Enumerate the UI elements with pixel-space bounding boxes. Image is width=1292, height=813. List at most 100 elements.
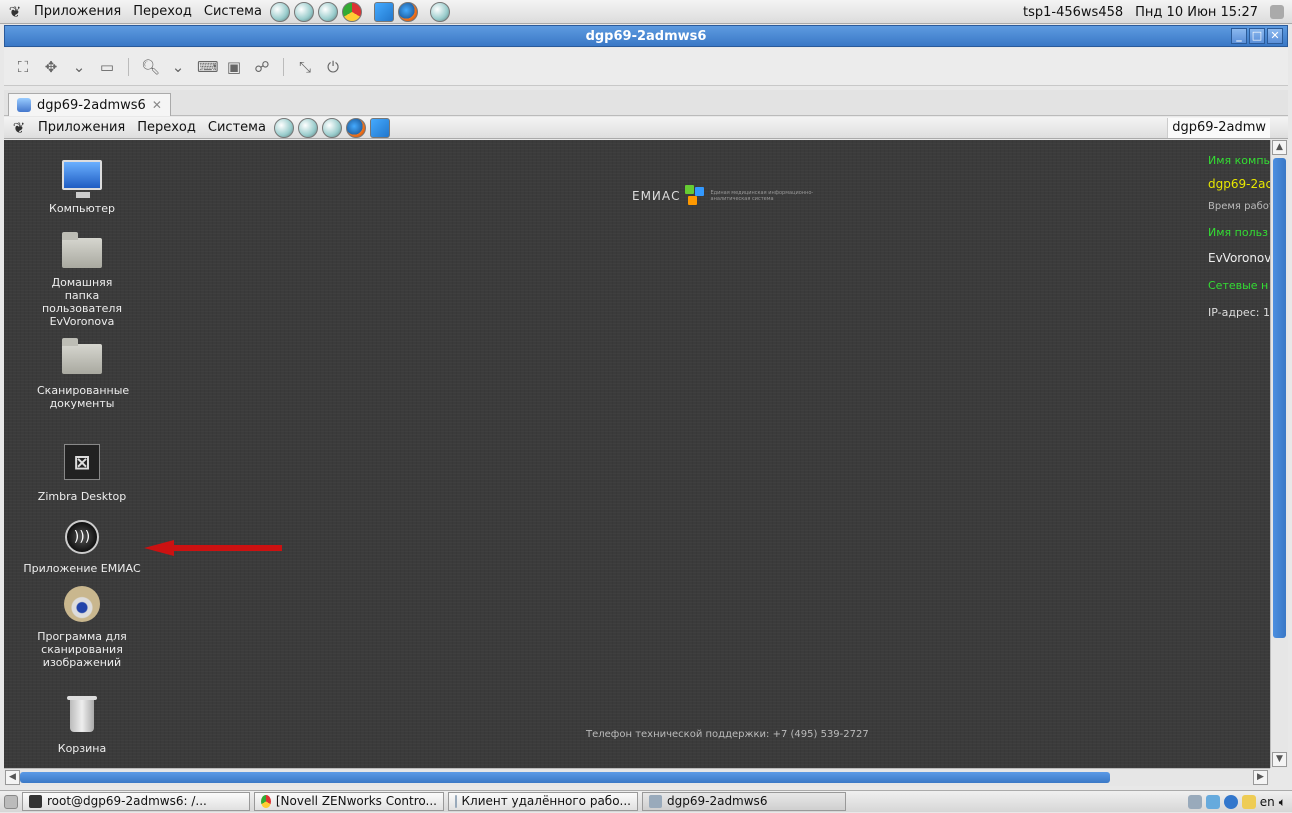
scroll-down-button[interactable]: ▼ [1272,752,1287,767]
horizontal-scrollbar[interactable]: ◀ ▶ [4,768,1270,786]
launcher-icon[interactable] [321,117,342,138]
scroll-up-button[interactable]: ▲ [1272,140,1287,155]
gnome-foot-icon[interactable]: ❦ [6,3,24,21]
maximize-button[interactable]: □ [1249,28,1265,44]
scroll-left-button[interactable]: ◀ [5,770,20,785]
network-label: Сетевые н [1208,279,1269,292]
session-icon [17,98,31,112]
desktop-icon-computer[interactable]: Компьютер [22,160,142,215]
launcher-icon[interactable] [369,117,390,138]
network-icon[interactable] [1205,795,1220,809]
desktop-icon-emias-app[interactable]: ))) Приложение ЕМИАС [22,520,142,575]
separator [128,57,129,76]
chrome-icon[interactable] [341,1,362,22]
emias-app-icon: ))) [65,520,99,554]
screenshot-icon[interactable]: ▣ [225,58,243,76]
chevron-down-icon[interactable]: ⌄ [169,58,187,76]
move-icon[interactable]: ✥ [42,58,60,76]
task-label: dgp69-2admws6 [667,794,768,808]
update-icon[interactable] [1223,795,1238,809]
remote-desktop-icon [455,795,457,808]
computer-icon [62,160,102,198]
zoom-icon[interactable]: 🔍︎ [141,58,160,76]
launcher-icon[interactable] [373,1,394,22]
hostname-label: tsp1-456ws458 [1023,4,1124,20]
task-session-window[interactable]: dgp69-2admws6 [642,792,846,811]
desktop-icon-scanner[interactable]: Программа для сканирования изображений [22,586,142,669]
icon-label: Сканированные документы [37,384,130,410]
keyboard-icon[interactable]: ⌨ [197,58,219,76]
volume-icon[interactable]: 🔈︎ [1279,795,1286,810]
remote-desktop-icon[interactable] [429,1,450,22]
menu-system[interactable]: Система [204,4,262,19]
chrome-icon [261,795,271,808]
close-icon[interactable]: ✕ [152,98,162,112]
menu-places[interactable]: Переход [133,4,192,19]
system-tray: en 🔈︎ [1187,791,1286,813]
icon-label: Приложение ЕМИАС [23,562,141,575]
tab-bar: dgp69-2admws6 ✕ [4,90,1288,116]
chevron-down-icon[interactable]: ⌄ [70,58,88,76]
launcher-icon[interactable] [293,1,314,22]
remote-menu-applications[interactable]: Приложения [38,120,125,135]
launcher-icon[interactable] [273,117,294,138]
clock[interactable]: Пнд 10 Июн 15:27 [1135,5,1258,20]
terminal-icon [29,795,42,808]
firefox-icon[interactable] [397,1,418,22]
close-button[interactable]: ✕ [1267,28,1283,44]
remote-menu-places[interactable]: Переход [137,120,196,135]
clipboard-icon[interactable] [1241,795,1256,809]
remote-desktop-icon [649,795,662,808]
scroll-thumb[interactable] [20,772,1110,783]
gnome-foot-icon[interactable]: ❦ [10,119,28,137]
fullscreen-icon[interactable]: ⛶ [14,58,32,76]
firefox-icon[interactable] [345,117,366,138]
menu-applications[interactable]: Приложения [34,4,121,19]
icon-label: Корзина [57,742,107,755]
task-zenworks[interactable]: [Novell ZENworks Contro... [254,792,444,811]
show-desktop-icon[interactable] [4,794,18,809]
desktop-icon-zimbra[interactable]: ⊠ Zimbra Desktop [22,444,142,503]
scanner-icon [64,586,100,622]
trash-icon [67,696,97,732]
tab-label: dgp69-2admws6 [37,97,146,113]
desktop-icon-home[interactable]: Домашняя папка пользователя EvVoronova [22,232,142,328]
keyboard-layout[interactable]: en [1260,795,1275,809]
window-title: dgp69-2admws6 [585,29,707,44]
window-titlebar[interactable]: dgp69-2admws6 _ □ ✕ [4,25,1288,47]
minimize-button[interactable]: _ [1231,28,1247,44]
scroll-right-button[interactable]: ▶ [1253,770,1268,785]
desktop-icon-scanned[interactable]: Сканированные документы [22,336,142,410]
remote-top-panel: ❦ Приложения Переход Система dgp69-2admw [4,117,1288,139]
launcher-icon[interactable] [297,117,318,138]
icon-label: Домашняя папка пользователя EvVoronova [41,276,123,328]
support-phone: Телефон технической поддержки: +7 (495) … [586,729,869,740]
separator [283,57,284,76]
remote-desktop-icon[interactable] [1187,795,1202,809]
emias-logo: ЕМИАС Единая медицинская информационно-а… [632,185,831,207]
remote-desktop[interactable]: Компьютер Домашняя папка пользователя Ev… [4,140,1270,768]
scroll-thumb[interactable] [1273,158,1286,638]
scale-icon[interactable]: ⤡ [296,58,314,76]
bottom-taskbar: root@dgp69-2admws6: /... [Novell ZENwork… [0,790,1292,812]
home-folder-icon [62,232,102,268]
icon-label: Программа для сканирования изображений [37,630,127,669]
users-icon[interactable]: ☍ [253,58,271,76]
window-icon[interactable]: ▭ [98,58,116,76]
conky-info: Имя компь dgp69-2ac Время работ Имя поль… [1208,140,1270,319]
network-icon[interactable] [1270,5,1284,19]
remote-menu-system[interactable]: Система [208,120,266,135]
disconnect-icon[interactable]: ⏻ [324,58,342,76]
desktop-icon-trash[interactable]: Корзина [22,696,142,755]
task-remote-client[interactable]: Клиент удалённого рабо... [448,792,638,811]
logo-text: ЕМИАС [632,189,681,203]
zimbra-icon: ⊠ [64,444,100,480]
task-terminal[interactable]: root@dgp69-2admws6: /... [22,792,250,811]
ip-label: IP-адрес: 1( [1208,306,1270,319]
tab-session[interactable]: dgp69-2admws6 ✕ [8,93,171,116]
launcher-icon[interactable] [317,1,338,22]
launcher-icon[interactable] [269,1,290,22]
computer-name-label: Имя компь [1208,154,1270,167]
vertical-scrollbar[interactable]: ▲ ▼ [1270,140,1288,768]
client-toolbar: ⛶ ✥ ⌄ ▭ 🔍︎ ⌄ ⌨ ▣ ☍ ⤡ ⏻ [4,48,1288,86]
